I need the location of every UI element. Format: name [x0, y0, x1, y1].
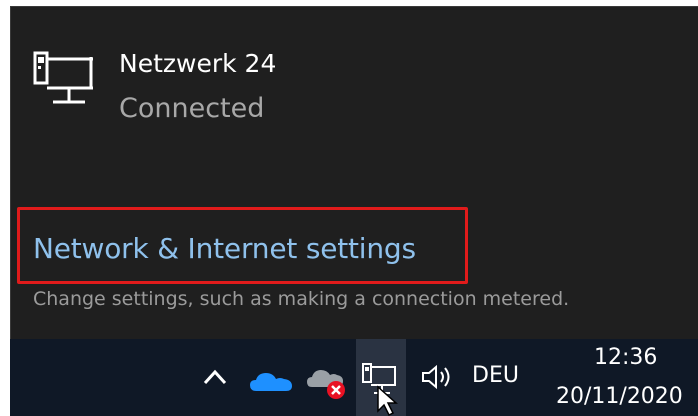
chevron-up-icon[interactable]	[200, 365, 230, 389]
taskbar: DEU 12:36 20/11/2020	[10, 339, 698, 416]
clock-date: 20/11/2020	[556, 384, 683, 409]
network-name: Netzwerk 24	[119, 49, 277, 78]
settings-description: Change settings, such as making a connec…	[33, 288, 570, 310]
ethernet-network-icon	[33, 51, 93, 104]
network-flyout: Netzwerk 24 Connected Network & Internet…	[10, 6, 698, 339]
volume-icon[interactable]	[420, 363, 458, 391]
onedrive-icon[interactable]	[248, 369, 294, 393]
network-entry[interactable]: Netzwerk 24 Connected	[33, 47, 333, 137]
language-indicator[interactable]: DEU	[472, 363, 519, 388]
clock-time: 12:36	[594, 345, 658, 370]
onedrive-error-icon[interactable]	[306, 363, 350, 401]
network-status: Connected	[119, 93, 265, 124]
network-internet-settings-link[interactable]: Network & Internet settings	[33, 232, 416, 265]
mouse-cursor-icon	[377, 385, 398, 416]
